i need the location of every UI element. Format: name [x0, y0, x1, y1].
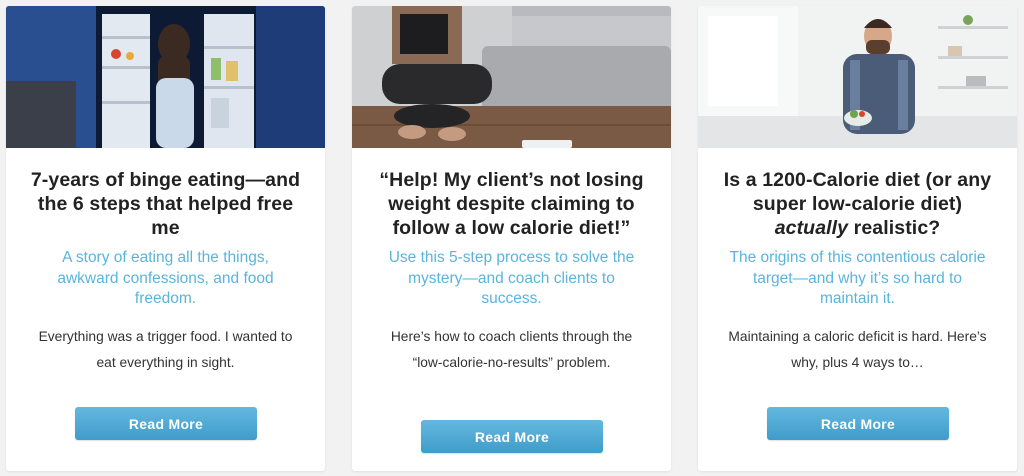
- scale-photo: [352, 6, 671, 148]
- read-more-button[interactable]: Read More: [421, 420, 603, 453]
- article-image[interactable]: [698, 6, 1017, 148]
- read-more-button[interactable]: Read More: [767, 407, 949, 440]
- article-image[interactable]: [6, 6, 325, 148]
- article-excerpt: Maintaining a caloric deficit is hard. H…: [728, 328, 987, 370]
- article-subtitle: Use this 5-step process to solve the mys…: [388, 249, 635, 307]
- fridge-photo: [6, 6, 325, 148]
- article-subtitle: A story of eating all the things, awkwar…: [57, 249, 274, 307]
- read-more-button[interactable]: Read More: [75, 407, 257, 440]
- article-card: 7-years of binge eating—and the 6 steps …: [6, 6, 325, 471]
- article-excerpt: Everything was a trigger food. I wanted …: [38, 328, 293, 370]
- article-title-suffix: realistic?: [848, 217, 941, 239]
- article-card: Is a 1200-Calorie diet (or any super low…: [698, 6, 1017, 471]
- article-excerpt: Here’s how to coach clients through the …: [390, 328, 633, 370]
- article-subtitle: The origins of this contentious calorie …: [729, 249, 986, 307]
- article-card: “Help! My client’s not losing weight des…: [352, 6, 671, 471]
- article-title[interactable]: Is a 1200-Calorie diet (or any super low…: [722, 168, 993, 240]
- salad-photo: [698, 6, 1017, 148]
- article-title-emphasis: actually: [774, 217, 849, 239]
- article-image[interactable]: [352, 6, 671, 148]
- article-title[interactable]: “Help! My client’s not losing weight des…: [376, 168, 647, 240]
- article-card-grid: 7-years of binge eating—and the 6 steps …: [0, 0, 1024, 476]
- article-title[interactable]: 7-years of binge eating—and the 6 steps …: [30, 168, 301, 240]
- article-title-prefix: Is a 1200-Calorie diet (or any super low…: [723, 169, 992, 215]
